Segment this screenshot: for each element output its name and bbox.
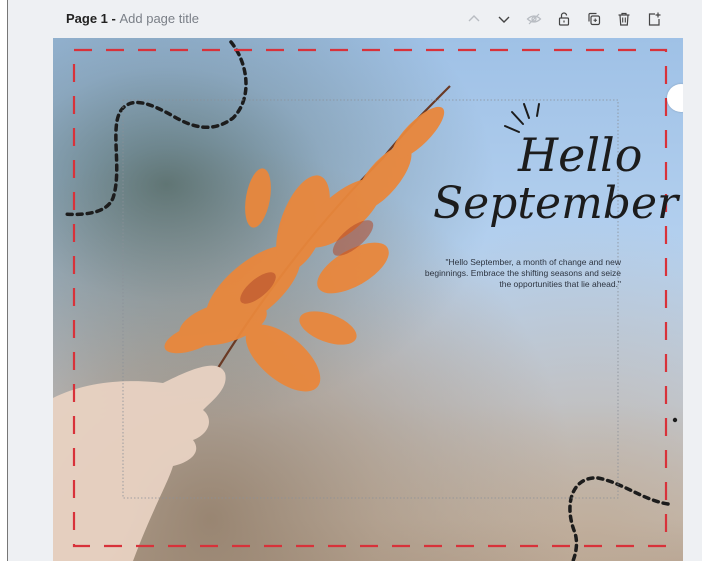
page-header: Page 1 - Add page title	[8, 0, 702, 38]
fern-leaf-graphic	[164, 85, 451, 392]
trash-icon	[618, 12, 630, 26]
heading-hello[interactable]: Hello	[518, 128, 642, 182]
hide-page-button[interactable]	[523, 8, 545, 30]
chevron-down-icon	[498, 16, 510, 23]
eye-hide-icon	[526, 13, 542, 25]
page-toolbar	[463, 8, 665, 30]
design-artwork	[53, 40, 678, 561]
move-page-down-button[interactable]	[493, 8, 515, 30]
hand-graphic	[53, 365, 226, 561]
editor-workspace: Page 1 - Add page title Hello September …	[7, 0, 702, 561]
duplicate-icon	[588, 12, 601, 26]
page-title[interactable]: Page 1 - Add page title	[66, 11, 199, 26]
lock-open-icon	[558, 12, 570, 26]
delete-page-button[interactable]	[613, 8, 635, 30]
add-page-button[interactable]	[643, 8, 665, 30]
design-canvas[interactable]: Hello September "Hello September, a mont…	[53, 38, 683, 561]
page-number: Page 1	[66, 11, 108, 26]
duplicate-page-button[interactable]	[583, 8, 605, 30]
heading-september[interactable]: September	[433, 178, 678, 229]
lock-page-button[interactable]	[553, 8, 575, 30]
dotted-swirl-bottom	[568, 476, 670, 561]
chevron-up-icon	[468, 15, 480, 22]
add-page-icon	[648, 12, 661, 26]
dotted-swirl-top	[61, 40, 248, 217]
quote-text[interactable]: "Hello September, a month of change and …	[421, 257, 621, 290]
title-separator: -	[107, 11, 120, 26]
move-page-up-button[interactable]	[463, 8, 485, 30]
page-title-placeholder[interactable]: Add page title	[119, 11, 199, 26]
